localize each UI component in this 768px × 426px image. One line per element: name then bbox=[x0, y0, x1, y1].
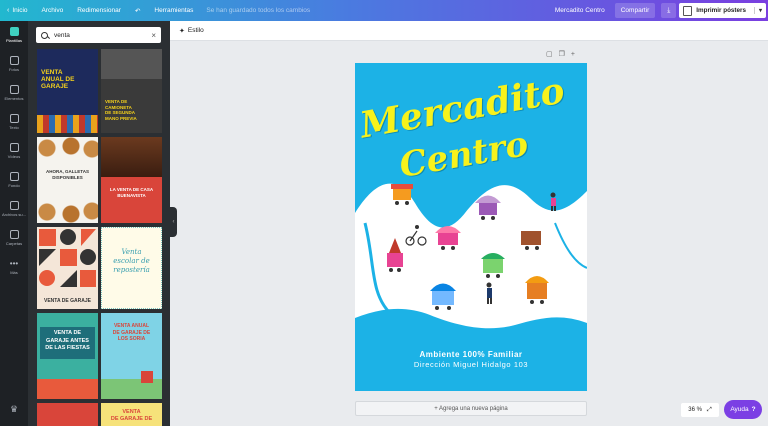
note-icon[interactable]: ▢ bbox=[546, 51, 559, 58]
chevron-left-icon: ‹ bbox=[172, 219, 175, 225]
fullscreen-icon[interactable]: ⤢ bbox=[707, 407, 712, 414]
tools-menu[interactable]: Herramientas bbox=[147, 0, 200, 21]
undo-button[interactable]: ↶ bbox=[128, 0, 147, 21]
question-icon: ? bbox=[751, 406, 756, 413]
templates-panel: venta × VENTA ANUAL DE GARAJE VENTA DE C… bbox=[28, 21, 170, 426]
template-thumbnail[interactable]: VENTA DE GARAJE ANTES DE LAS FIESTAS bbox=[37, 313, 98, 399]
chevron-left-icon: ‹ bbox=[7, 7, 10, 14]
template-thumbnail[interactable]: VENTA DE GARAJE bbox=[37, 227, 98, 309]
illustration-image bbox=[37, 379, 98, 399]
person-icon bbox=[550, 192, 556, 211]
template-thumbnail[interactable]: VENTA ANUAL DE GARAJE bbox=[37, 49, 98, 133]
design-canvas[interactable]: Mercadito Centro Ambiente 100% Familiar … bbox=[355, 63, 587, 391]
rail-item-background[interactable]: Fondo bbox=[0, 172, 28, 188]
rail-item-elements[interactable]: Elementos bbox=[0, 85, 28, 101]
more-icon: ••• bbox=[9, 259, 19, 268]
download-icon: ⤓ bbox=[667, 6, 671, 14]
template-thumbnail[interactable]: AHORA, GALLETAS DISPONIBLES bbox=[37, 137, 98, 223]
rail-item-templates[interactable]: Plantillas bbox=[0, 27, 28, 43]
magic-wand-icon: ✦ bbox=[179, 27, 185, 35]
poster-address[interactable]: Dirección Miguel Hidalgo 103 bbox=[355, 360, 587, 369]
elements-icon bbox=[9, 85, 19, 94]
cookies-image bbox=[37, 201, 98, 223]
search-icon bbox=[41, 31, 48, 39]
clear-icon[interactable]: × bbox=[151, 31, 156, 40]
zoom-control[interactable]: 36 % ⤢ bbox=[681, 403, 719, 417]
style-button[interactable]: Estilo bbox=[188, 27, 204, 34]
collapse-panel-button[interactable]: ‹ bbox=[170, 207, 177, 237]
top-bar: ‹ Inicio Archivo Redimensionar ↶ Herramie… bbox=[0, 0, 768, 21]
background-icon bbox=[9, 172, 19, 181]
template-thumbnail[interactable] bbox=[37, 403, 98, 426]
save-status: Se han guardado todos los cambios bbox=[206, 7, 311, 14]
cookies-image bbox=[37, 137, 98, 159]
side-rail: Plantillas Fotos Elementos Texto Vídeos … bbox=[0, 21, 28, 426]
template-thumbnail[interactable]: VENTA DE GARAJE DE bbox=[101, 403, 162, 426]
poster-subtitle[interactable]: Ambiente 100% Familiar bbox=[355, 350, 587, 359]
print-posters-button[interactable]: Imprimir pósters ▾ bbox=[679, 3, 766, 18]
stacked-items-image bbox=[37, 115, 98, 133]
photo-image bbox=[101, 49, 162, 79]
file-menu[interactable]: Archivo bbox=[35, 0, 71, 21]
page-tools: ▢❐+ bbox=[546, 50, 581, 58]
market-photo-image bbox=[101, 137, 162, 177]
home-button[interactable]: ‹ Inicio bbox=[0, 0, 35, 21]
templates-icon bbox=[9, 27, 19, 36]
add-page-button[interactable]: + Agrega una nueva página bbox=[355, 401, 587, 416]
rail-item-folders[interactable]: Carpetas bbox=[0, 230, 28, 246]
help-button[interactable]: Ayuda ? bbox=[724, 400, 762, 419]
template-thumbnail[interactable]: VENTA ANUAL DE GARAJE DE LOS SORIA bbox=[101, 313, 162, 399]
template-thumbnail[interactable]: Venta escolar de repostería bbox=[101, 227, 162, 309]
undo-icon: ↶ bbox=[134, 7, 141, 15]
poster-icon bbox=[683, 5, 693, 16]
template-thumbnail[interactable]: LA VENTA DE CASA BUENAVISTA bbox=[101, 137, 162, 223]
duplicate-icon[interactable]: ❐ bbox=[559, 51, 571, 58]
zoom-level: 36 % bbox=[688, 407, 702, 413]
photos-icon bbox=[9, 56, 19, 65]
template-thumbnail[interactable]: VENTA DE CAMIONETA DE SEGUNDA MANO PREVI… bbox=[101, 49, 162, 133]
editor-toolbar: ✦ Estilo bbox=[170, 21, 768, 41]
crown-icon: ♛ bbox=[9, 404, 19, 414]
search-input[interactable]: venta × bbox=[36, 27, 161, 43]
house-image bbox=[141, 371, 153, 383]
video-icon bbox=[9, 143, 19, 152]
rail-item-text[interactable]: Texto bbox=[0, 114, 28, 130]
rail-item-more[interactable]: ••• Más bbox=[0, 259, 28, 275]
resize-button[interactable]: Redimensionar bbox=[70, 0, 128, 21]
chevron-down-icon: ▾ bbox=[753, 7, 762, 14]
geometric-pattern-image bbox=[39, 229, 96, 287]
rail-item-photos[interactable]: Fotos bbox=[0, 56, 28, 72]
add-icon[interactable]: + bbox=[571, 51, 581, 58]
rail-item-videos[interactable]: Vídeos bbox=[0, 143, 28, 159]
folder-icon bbox=[9, 230, 19, 239]
share-button[interactable]: Compartir bbox=[614, 3, 656, 18]
upload-icon bbox=[9, 201, 19, 210]
download-button[interactable]: ⤓ bbox=[661, 3, 677, 18]
text-icon bbox=[9, 114, 19, 123]
rail-item-uploads[interactable]: Archivos su... bbox=[0, 201, 28, 217]
design-title[interactable]: Mercadito Centro bbox=[545, 0, 615, 21]
